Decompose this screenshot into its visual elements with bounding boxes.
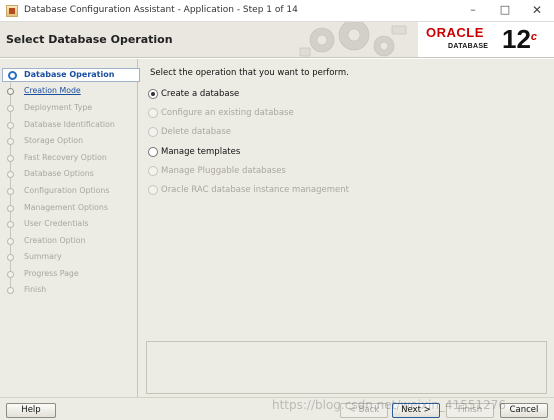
step-dot-icon [7, 238, 14, 245]
step-dot-icon [7, 122, 14, 129]
step-label: Progress Page [24, 269, 79, 278]
step-dot-icon [7, 155, 14, 162]
step-management-options: Management Options [0, 202, 138, 216]
back-button: < Back [340, 403, 388, 418]
step-label: User Credentials [24, 219, 89, 228]
step-dot-icon [7, 171, 14, 178]
step-dot-icon [7, 138, 14, 145]
message-panel [146, 341, 547, 394]
close-button[interactable]: ✕ [522, 0, 552, 22]
step-summary: Summary [0, 251, 138, 265]
window-title: Database Configuration Assistant - Appli… [24, 5, 298, 15]
option-label: Create a database [161, 89, 240, 99]
version-suffix: c [530, 31, 538, 43]
step-label: Creation Option [24, 236, 86, 245]
step-creation-mode[interactable]: Creation Mode [0, 85, 138, 99]
step-label: Storage Option [24, 136, 84, 145]
step-current-icon [8, 71, 17, 80]
step-dot-icon [7, 105, 14, 112]
header-banner: Select Database Operation ORACLE DATABAS… [0, 22, 554, 58]
step-creation-option: Creation Option [0, 235, 138, 249]
oracle-database-label: DATABASE [448, 43, 489, 50]
step-label: Creation Mode [24, 86, 81, 95]
instructions-text: Select the operation that you want to pe… [150, 68, 349, 78]
page-title: Select Database Operation [6, 33, 173, 46]
step-fast-recovery-option: Fast Recovery Option [0, 152, 138, 166]
step-progress-page: Progress Page [0, 268, 138, 282]
step-configuration-options: Configuration Options [0, 185, 138, 199]
step-database-identification: Database Identification [0, 119, 138, 133]
radio-icon [148, 108, 158, 118]
version-number: 12 [502, 24, 531, 54]
step-label: Database Operation [24, 70, 115, 79]
help-button[interactable]: Help [6, 403, 56, 418]
option-label: Delete database [161, 127, 232, 137]
step-deployment-type: Deployment Type [0, 102, 138, 116]
next-button[interactable]: Next > [392, 403, 440, 418]
minimize-button[interactable]: – [458, 0, 488, 22]
option-label: Oracle RAC database instance management [161, 185, 349, 195]
step-dot-icon [7, 88, 14, 95]
step-label: Database Identification [24, 120, 115, 129]
step-storage-option: Storage Option [0, 135, 138, 149]
step-label: Finish [24, 285, 47, 294]
cancel-button[interactable]: Cancel [500, 403, 548, 418]
step-label: Configuration Options [24, 186, 110, 195]
wizard-content: Database Operation Creation Mode Deploym… [0, 59, 554, 397]
step-database-options: Database Options [0, 168, 138, 182]
gears-graphic-icon [299, 22, 407, 57]
step-label: Deployment Type [24, 103, 93, 112]
steps-sidebar: Database Operation Creation Mode Deploym… [0, 59, 140, 397]
option-label: Manage Pluggable databases [161, 166, 286, 176]
oracle-version: 12c [502, 24, 537, 54]
app-icon [6, 5, 18, 17]
maximize-button[interactable]: □ [490, 0, 520, 22]
wizard-footer: Help < Back Next > Finish Cancel [0, 397, 554, 420]
step-label: Fast Recovery Option [24, 153, 107, 162]
step-dot-icon [7, 254, 14, 261]
step-label: Database Options [24, 169, 94, 178]
step-label: Summary [24, 252, 62, 261]
step-finish: Finish [0, 284, 138, 298]
finish-button: Finish [446, 403, 494, 418]
step-dot-icon [7, 205, 14, 212]
radio-icon[interactable] [148, 147, 158, 157]
option-label: Configure an existing database [161, 108, 294, 118]
oracle-brand: ORACLE [426, 25, 484, 40]
radio-icon [148, 185, 158, 195]
step-database-operation[interactable]: Database Operation [2, 68, 140, 82]
step-user-credentials: User Credentials [0, 218, 138, 232]
step-dot-icon [7, 287, 14, 294]
option-label: Manage templates [161, 147, 241, 157]
oracle-logo: ORACLE DATABASE 12c [418, 22, 554, 57]
step-dot-icon [7, 221, 14, 228]
step-label: Management Options [24, 203, 108, 212]
step-dot-icon [7, 188, 14, 195]
radio-selected-icon[interactable] [148, 89, 158, 99]
radio-icon [148, 166, 158, 176]
window-titlebar: Database Configuration Assistant - Appli… [0, 0, 554, 22]
radio-icon [148, 127, 158, 137]
step-dot-icon [7, 271, 14, 278]
